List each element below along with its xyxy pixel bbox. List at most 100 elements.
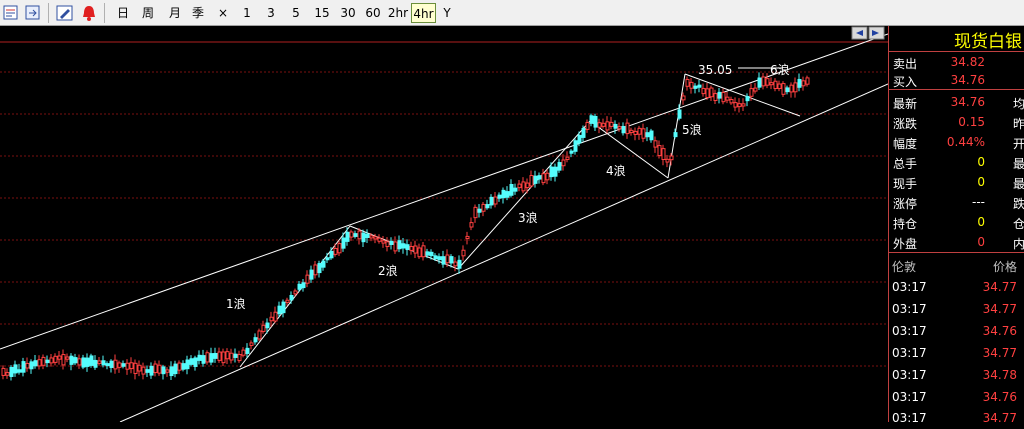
candle-body — [209, 353, 214, 363]
candle-body — [789, 84, 794, 93]
candle-body — [109, 360, 114, 368]
period-day-button[interactable]: 日 — [112, 3, 134, 23]
quote-extra-label: 最 — [1013, 157, 1024, 171]
candle-body — [157, 364, 162, 374]
candle-body — [765, 78, 770, 86]
candle-body — [729, 99, 734, 104]
candle-body — [457, 259, 462, 269]
panel-divider — [889, 89, 1024, 90]
scroll-right-icon[interactable] — [868, 26, 885, 40]
period-week-button[interactable]: 周 — [136, 3, 160, 23]
draw-pen-icon[interactable] — [56, 4, 74, 22]
tick-price: 34.77 — [982, 411, 1017, 425]
candle-body — [249, 342, 254, 346]
quote-value: --- — [972, 195, 985, 209]
candle-body — [629, 129, 634, 134]
candle-body — [285, 299, 290, 303]
candle-body — [793, 82, 798, 93]
quote-label: 总手 — [893, 157, 918, 171]
candle-body — [697, 84, 702, 88]
tick-row: 03:17 34.77 — [889, 276, 1024, 298]
candle-body — [325, 257, 330, 261]
candlestick-chart[interactable]: 1浪 2浪 3浪 4浪 5浪 6浪 35.05 — [0, 26, 888, 422]
candle-body — [713, 93, 718, 102]
quote-value: 0 — [977, 215, 985, 229]
candle-body — [169, 366, 174, 377]
candle-body — [321, 260, 326, 268]
candle-body — [557, 162, 562, 171]
quote-value: 0.15 — [958, 115, 985, 129]
period-1min-button[interactable]: 1 — [238, 3, 256, 23]
candle-body — [485, 204, 490, 209]
quote-label: 持仓 — [893, 217, 918, 231]
instrument-title: 现货白银 — [954, 32, 1022, 52]
tick-time: 03:17 — [892, 390, 927, 404]
quote-value: 0.44% — [946, 135, 985, 149]
candle-body — [481, 203, 486, 212]
candle-body — [549, 166, 554, 178]
candle-body — [401, 243, 406, 249]
candle-body — [705, 88, 710, 99]
quote-row-pct: 幅度 0.44% 开 — [889, 132, 1024, 152]
candle-body — [253, 337, 258, 343]
candle-body — [525, 182, 530, 189]
candle-body — [21, 361, 26, 373]
quote-label: 买入 — [893, 75, 918, 89]
period-15min-button[interactable]: 15 — [310, 3, 334, 23]
candle-body — [721, 91, 726, 103]
candle-body — [745, 95, 750, 102]
period-month-button[interactable]: 月 — [164, 3, 186, 23]
candle-body — [197, 354, 202, 361]
candle-body — [453, 261, 458, 267]
candle-body — [633, 130, 638, 135]
candle-body — [469, 222, 474, 228]
alarm-bell-icon[interactable] — [80, 4, 98, 22]
candle-body — [461, 249, 466, 257]
candle-body — [373, 236, 378, 240]
candle-body — [113, 359, 118, 370]
candle-body — [773, 80, 778, 90]
candle-body — [493, 196, 498, 205]
candle-body — [49, 357, 54, 364]
candle-body — [689, 81, 694, 89]
toolbar-separator — [104, 3, 105, 23]
candle-body — [353, 233, 358, 237]
tick-time: 03:17 — [892, 411, 927, 425]
wave-2-label: 2浪 — [378, 263, 398, 278]
candle-body — [65, 356, 70, 360]
candle-body — [473, 206, 478, 219]
candle-body — [769, 82, 774, 86]
candle-body — [369, 235, 374, 239]
candle-body — [665, 158, 670, 163]
quote-value: 0 — [977, 155, 985, 169]
period-2hr-button[interactable]: 2hr — [386, 3, 410, 23]
quote-row-current-volume: 现手 0 最 — [889, 172, 1024, 192]
candle-body — [497, 194, 502, 199]
tick-time: 03:17 — [892, 324, 927, 338]
period-quarter-button[interactable]: 季 — [187, 3, 209, 23]
candle-body — [9, 366, 14, 377]
period-4hr-button[interactable]: 4hr — [411, 3, 436, 23]
chart-settings-icon[interactable] — [2, 4, 20, 22]
export-icon[interactable] — [24, 4, 42, 22]
candle-body — [673, 132, 678, 138]
candle-body — [581, 128, 586, 138]
period-close-button[interactable]: × — [214, 3, 232, 23]
candle-body — [313, 264, 318, 276]
candle-body — [137, 364, 142, 372]
scroll-left-icon[interactable] — [851, 26, 868, 40]
candle-body — [277, 305, 282, 315]
period-year-button[interactable]: Y — [438, 3, 456, 23]
period-30min-button[interactable]: 30 — [336, 3, 360, 23]
toolbar-separator — [48, 3, 49, 23]
candle-body — [361, 232, 366, 243]
period-3min-button[interactable]: 3 — [262, 3, 280, 23]
panel-divider — [889, 252, 1024, 253]
period-5min-button[interactable]: 5 — [286, 3, 306, 23]
candle-body — [805, 77, 810, 85]
candle-body — [477, 208, 482, 213]
quote-row-limit-up: 涨停 --- 跌 — [889, 192, 1024, 212]
period-60min-button[interactable]: 60 — [361, 3, 385, 23]
candle-body — [17, 369, 22, 373]
candle-body — [565, 156, 570, 160]
